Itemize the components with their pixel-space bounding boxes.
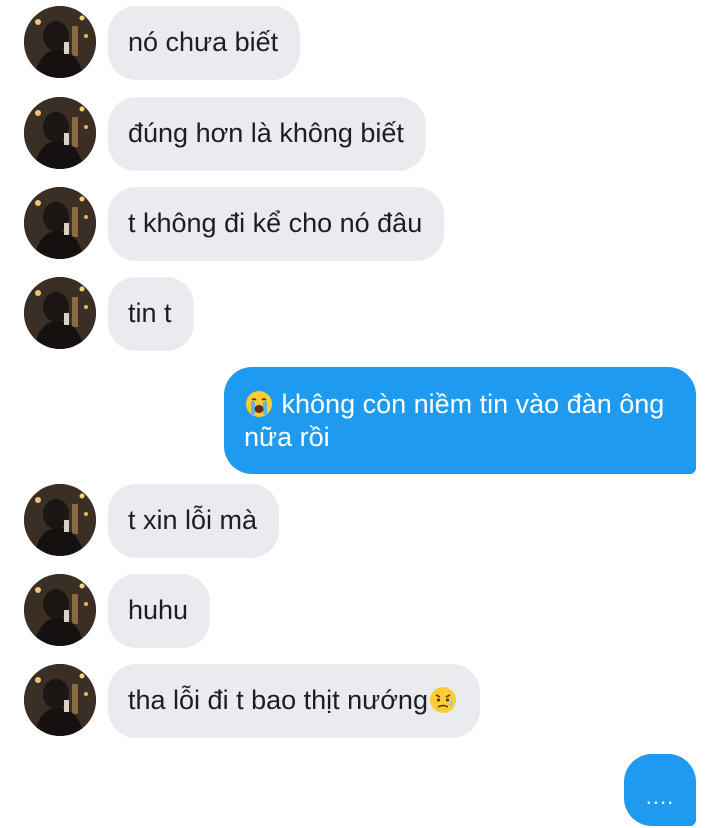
- contact-avatar[interactable]: [24, 97, 96, 169]
- disappointed-relieved-face-icon: [428, 685, 458, 715]
- outgoing-message-bubble[interactable]: không còn niềm tin vào đàn ông nữa rồi: [224, 367, 696, 474]
- message-bubble[interactable]: nó chưa biết: [108, 6, 301, 80]
- contact-avatar[interactable]: [24, 187, 96, 259]
- message-text: t xin lỗi mà: [128, 505, 258, 535]
- message-bubble[interactable]: huhu: [108, 574, 211, 648]
- message-bubble[interactable]: tin t: [108, 277, 194, 351]
- message-text: ....: [645, 784, 675, 809]
- message-text: huhu: [128, 595, 189, 625]
- message-bubble[interactable]: t xin lỗi mà: [108, 484, 280, 558]
- contact-avatar[interactable]: [24, 277, 96, 349]
- message-bubble[interactable]: đúng hơn là không biết: [108, 97, 426, 171]
- message-text: nó chưa biết: [128, 27, 279, 57]
- loudly-crying-face-icon: [244, 389, 274, 419]
- contact-avatar[interactable]: [24, 484, 96, 556]
- message-text: t không đi kể cho nó đâu: [128, 208, 423, 238]
- message-text: không còn niềm tin vào đàn ông nữa rồi: [244, 389, 665, 452]
- contact-avatar[interactable]: [24, 574, 96, 646]
- message-text: đúng hơn là không biết: [128, 118, 404, 148]
- contact-avatar[interactable]: [24, 6, 96, 78]
- message-bubble[interactable]: tha lỗi đi t bao thịt nướng: [108, 664, 480, 738]
- message-text: tin t: [128, 298, 172, 328]
- outgoing-message-bubble[interactable]: ....: [624, 754, 696, 826]
- contact-avatar[interactable]: [24, 664, 96, 736]
- message-bubble[interactable]: t không đi kể cho nó đâu: [108, 187, 445, 261]
- message-text: tha lỗi đi t bao thịt nướng: [128, 685, 428, 715]
